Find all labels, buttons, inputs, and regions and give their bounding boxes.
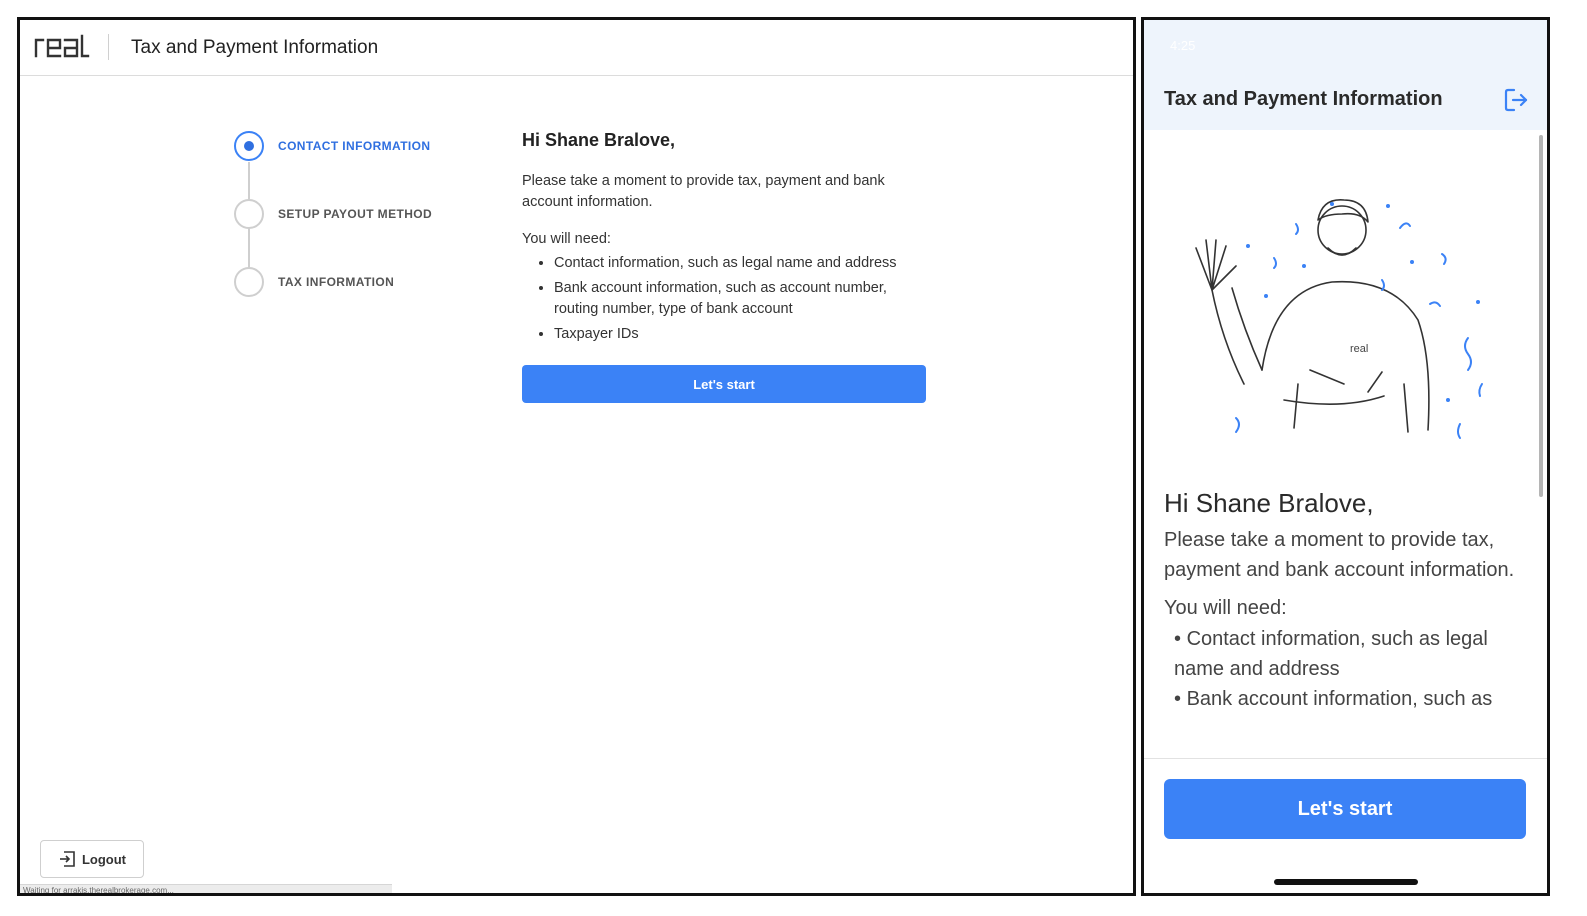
progress-stepper: CONTACT INFORMATION SETUP PAYOUT METHOD … <box>232 130 472 320</box>
mobile-greeting: Hi Shane Bralove, <box>1164 488 1374 518</box>
step-indicator <box>234 267 264 297</box>
list-item: Contact information, such as legal name … <box>1174 624 1534 684</box>
list-item: Taxpayer IDs <box>554 324 932 345</box>
header-divider <box>108 34 109 60</box>
list-item: Contact information, such as legal name … <box>554 253 932 274</box>
mobile-header: 4:25 Tax and Payment Information <box>1144 20 1547 130</box>
shirt-logo-text: real <box>1350 343 1368 355</box>
step-contact-information[interactable]: CONTACT INFORMATION <box>232 130 430 162</box>
status-bar-time: 4:25 <box>1170 38 1196 53</box>
step-label: SETUP PAYOUT METHOD <box>278 207 433 221</box>
exit-icon[interactable] <box>1503 87 1529 113</box>
greeting: Hi Shane Bralove, <box>522 130 676 150</box>
logout-label: Logout <box>81 851 127 867</box>
waving-person-illustration: real <box>1195 199 1483 439</box>
logout-button[interactable]: Logout <box>40 840 144 878</box>
scrollbar[interactable] <box>1539 135 1543 497</box>
step-indicator <box>234 199 264 229</box>
step-active-indicator <box>234 131 264 161</box>
step-label: CONTACT INFORMATION <box>278 139 431 153</box>
home-indicator[interactable] <box>1274 879 1418 885</box>
list-item: Bank account information, such as accoun… <box>554 278 932 320</box>
real-logo[interactable]: real <box>32 32 90 60</box>
mobile-lets-start-button[interactable]: Let's start <box>1164 779 1526 839</box>
mobile-welcome-panel: Hi Shane Bralove, Please take a moment t… <box>1164 488 1534 714</box>
mobile-requirements-list: Contact information, such as legal name … <box>1164 624 1534 714</box>
mobile-intro-text: Please take a moment to provide tax, pay… <box>1164 529 1515 581</box>
lets-start-button[interactable]: Let's start <box>522 365 926 403</box>
mobile-requirements-heading: You will need: <box>1164 597 1287 619</box>
step-tax-information[interactable]: TAX INFORMATION <box>232 266 394 298</box>
list-item: Bank account information, such as <box>1174 684 1534 714</box>
mobile-footer: Let's start <box>1144 758 1547 893</box>
requirements-heading: You will need: <box>522 231 611 247</box>
step-setup-payout-method[interactable]: SETUP PAYOUT METHOD <box>232 198 432 230</box>
mobile-page-title: Tax and Payment Information <box>1164 88 1443 110</box>
mobile-screen: 4:25 Tax and Payment Information real Hi… <box>1141 17 1550 896</box>
logout-icon <box>59 851 75 867</box>
desktop-window: real Tax and Payment Information CONTACT… <box>17 17 1136 896</box>
intro-text: Please take a moment to provide tax, pay… <box>522 173 885 210</box>
page-title: Tax and Payment Information <box>131 37 379 58</box>
desktop-header: real Tax and Payment Information <box>20 20 1133 76</box>
browser-status-bar: Waiting for arrakis.therealbrokerage.com… <box>20 884 392 893</box>
welcome-panel: Hi Shane Bralove, Please take a moment t… <box>522 130 932 403</box>
step-label: TAX INFORMATION <box>278 275 395 289</box>
requirements-list: Contact information, such as legal name … <box>522 253 932 345</box>
